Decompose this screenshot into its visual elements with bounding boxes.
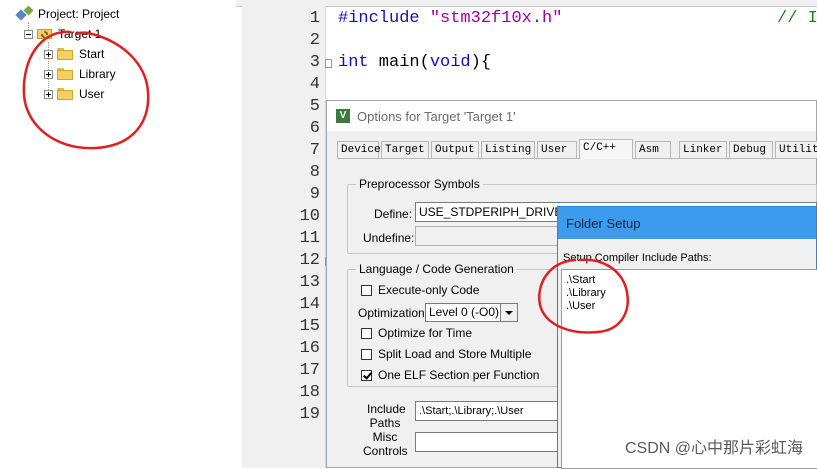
- one-elf-option[interactable]: One ELF Section per Function: [361, 368, 539, 382]
- optimize-time-checkbox[interactable]: [361, 327, 372, 339]
- group-label: Start: [79, 47, 105, 61]
- tree-item-group-start[interactable]: Start: [44, 45, 104, 63]
- line-number: 9: [309, 185, 320, 204]
- split-load-checkbox[interactable]: [361, 348, 372, 360]
- undefine-label: Undefine:: [363, 231, 415, 245]
- optimization-label: Optimization:: [358, 306, 429, 320]
- expand-icon[interactable]: [44, 69, 53, 79]
- line-number: 10: [299, 207, 320, 226]
- line-number: 15: [299, 317, 320, 336]
- expand-icon[interactable]: [44, 49, 53, 59]
- line-number: 11: [299, 229, 320, 248]
- dialog-title-bar[interactable]: V Options for Target 'Target 1': [327, 101, 816, 131]
- list-item[interactable]: .\User: [566, 300, 595, 312]
- tab-c-cpp[interactable]: C/C++: [579, 139, 633, 159]
- include-paths-label: Include Paths: [367, 402, 406, 430]
- group-label: Library: [79, 67, 116, 81]
- include-paths-heading: Setup Compiler Include Paths:: [563, 252, 712, 264]
- optimization-value: Level 0 (-O0): [429, 305, 500, 319]
- tree-item-group-user[interactable]: User: [44, 85, 104, 103]
- list-item[interactable]: .\Library: [566, 287, 606, 299]
- define-label: Define:: [374, 207, 413, 221]
- line-number: 17: [299, 361, 320, 380]
- tab-device[interactable]: Device: [337, 141, 381, 158]
- line-number: 14: [299, 295, 320, 314]
- target-icon: [37, 27, 54, 41]
- execute-only-label: Execute-only Code: [378, 283, 480, 297]
- tree-item-group-library[interactable]: Library: [44, 65, 116, 83]
- list-item[interactable]: .\Start: [566, 274, 595, 286]
- line-number: 2: [309, 31, 320, 50]
- line-number: 18: [299, 383, 320, 402]
- line-number: 5: [309, 97, 320, 116]
- code-line-3: int main(void){: [338, 53, 491, 72]
- group-label: User: [79, 87, 105, 101]
- folder-icon: [57, 88, 73, 100]
- project-label: Project: Project: [38, 7, 120, 21]
- tab-asm[interactable]: Asm: [635, 141, 671, 158]
- execute-only-checkbox[interactable]: [361, 284, 372, 296]
- line-number: 1: [309, 9, 320, 28]
- preprocessor-group-title: Preprocessor Symbols: [356, 177, 483, 191]
- optimize-time-label: Optimize for Time: [378, 326, 473, 340]
- function-close: ){: [470, 53, 492, 72]
- tab-target[interactable]: Target: [381, 141, 429, 158]
- dialog-title: Options for Target 'Target 1': [357, 109, 516, 124]
- folder-setup-dialog: Folder Setup Setup Compiler Include Path…: [557, 206, 817, 469]
- include-label-line2: Paths: [369, 416, 401, 430]
- split-load-option[interactable]: Split Load and Store Multiple: [361, 347, 531, 361]
- one-elf-checkbox[interactable]: [361, 369, 372, 381]
- tab-user[interactable]: User: [537, 141, 577, 158]
- code-line-1: #include "stm32f10x.h": [338, 9, 562, 28]
- line-number: 13: [299, 273, 320, 292]
- one-elf-label: One ELF Section per Function: [378, 368, 540, 382]
- expand-icon[interactable]: [44, 89, 53, 99]
- folder-icon: [57, 68, 73, 80]
- folder-icon: [57, 48, 73, 60]
- tab-utilities[interactable]: Utiliti: [775, 141, 817, 158]
- include-directive: #include: [338, 9, 420, 28]
- misc-controls-label: Misc Controls: [363, 430, 408, 458]
- line-number: 12: [299, 251, 320, 270]
- tab-listing[interactable]: Listing: [481, 141, 535, 158]
- keil-app-icon: V: [336, 109, 350, 123]
- collapse-icon[interactable]: [24, 29, 33, 39]
- line-number: 8: [309, 163, 320, 182]
- project-icon: [17, 7, 33, 21]
- function-name: main(: [368, 53, 430, 72]
- optimization-select[interactable]: Level 0 (-O0): [425, 303, 518, 322]
- chevron-down-icon[interactable]: [500, 304, 517, 321]
- include-header: "stm32f10x.h": [429, 9, 563, 28]
- line-number: 6: [309, 119, 320, 138]
- optimize-time-option[interactable]: Optimize for Time: [361, 326, 472, 340]
- line-number: 3: [309, 53, 320, 72]
- tree-item-project[interactable]: Project: Project: [4, 5, 119, 23]
- misc-label-line2: Controls: [363, 444, 408, 458]
- misc-label-line1: Misc: [372, 430, 398, 444]
- line-number: 16: [299, 339, 320, 358]
- tab-debug[interactable]: Debug: [729, 141, 773, 158]
- target-label: Target 1: [58, 27, 102, 41]
- keyword-int: int: [338, 53, 369, 72]
- split-load-label: Split Load and Store Multiple: [378, 347, 532, 361]
- language-group-title: Language / Code Generation: [356, 262, 517, 276]
- options-tab-bar: Device Target Output Listing User C/C++ …: [337, 139, 817, 159]
- tree-item-target[interactable]: Target 1: [24, 25, 101, 43]
- line-number: 19: [299, 405, 320, 424]
- execute-only-option[interactable]: Execute-only Code: [361, 283, 479, 297]
- keyword-void: void: [429, 53, 471, 72]
- project-tree-panel: Project: Project Target 1 Start Library …: [0, 0, 237, 468]
- line-number: 4: [309, 75, 320, 94]
- dialog-title-bar[interactable]: Folder Setup: [558, 207, 816, 239]
- dialog-title: Folder Setup: [566, 216, 641, 231]
- include-label-line1: Include: [367, 402, 406, 416]
- fold-marker[interactable]: [325, 59, 332, 68]
- tab-linker[interactable]: Linker: [679, 141, 727, 158]
- watermark: CSDN @心中那片彩虹海: [624, 440, 803, 457]
- line-number: 7: [309, 141, 320, 160]
- tab-output[interactable]: Output: [431, 141, 479, 158]
- code-comment: // I: [777, 9, 817, 28]
